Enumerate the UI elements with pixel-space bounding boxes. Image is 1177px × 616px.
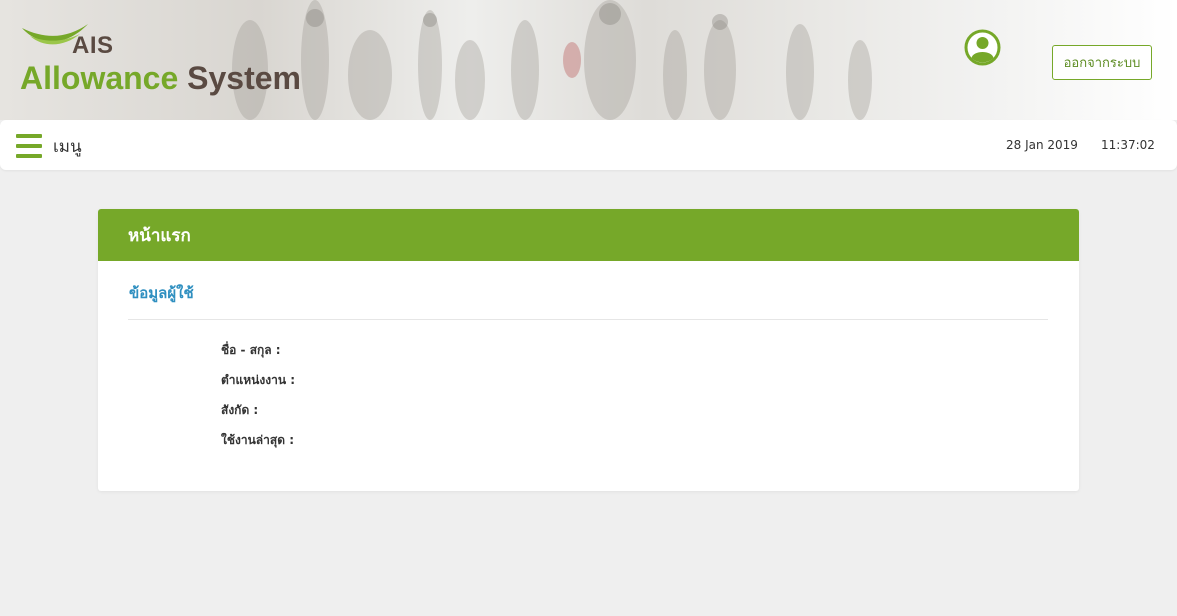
current-time: 11:37:02 [1101, 138, 1155, 152]
current-date: 28 Jan 2019 [1006, 138, 1078, 152]
panel-header: หน้าแรก [98, 209, 1079, 261]
user-info-list: ชื่อ - สกุล : ตำแหน่งงาน : สังกัด : ใช้ง… [221, 341, 295, 461]
logo-brand-text: AIS [72, 32, 114, 59]
top-navbar: เมนู 28 Jan 2019 11:37:02 [0, 120, 1177, 170]
field-position-label: ตำแหน่งงาน : [221, 373, 296, 387]
divider [128, 319, 1048, 320]
logo-word-allowance: Allowance [20, 60, 179, 96]
ais-logo[interactable]: AIS Allowance System [20, 18, 320, 108]
field-department-label: สังกัด : [221, 403, 259, 417]
user-info-section-title: ข้อมูลผู้ใช้ [129, 284, 194, 302]
field-last-used-label: ใช้งานล่าสุด : [221, 433, 294, 447]
page-header: AIS Allowance System ออกจากระบบ [0, 0, 1177, 120]
logo-app-name: Allowance System [20, 60, 301, 96]
logo-word-system: System [187, 60, 301, 96]
menu-label: เมนู [53, 136, 82, 157]
field-fullname-label: ชื่อ - สกุล : [221, 343, 281, 357]
user-icon[interactable] [964, 29, 1001, 66]
home-panel: หน้าแรก ข้อมูลผู้ใช้ ชื่อ - สกุล : ตำแหน… [98, 209, 1079, 491]
logout-button[interactable]: ออกจากระบบ [1052, 45, 1152, 80]
menu-toggle-button[interactable]: เมนู [16, 133, 82, 159]
page-title: หน้าแรก [128, 225, 191, 246]
hamburger-icon [16, 134, 42, 158]
